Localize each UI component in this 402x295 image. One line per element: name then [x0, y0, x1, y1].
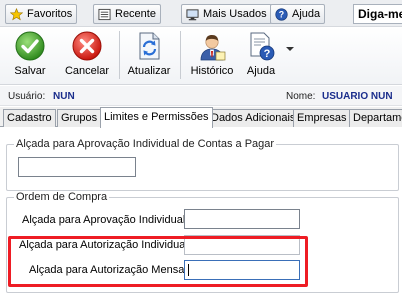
toolbar-separator [180, 31, 181, 79]
tab-empresas[interactable]: Empresas [293, 109, 351, 127]
cancel-label: Cancelar [64, 65, 110, 77]
accounts-payable-approval-field[interactable] [18, 157, 136, 177]
purchase-order-title: Ordem de Compra [14, 191, 110, 203]
help-icon: ? [275, 7, 288, 21]
user-value: NUN [53, 91, 75, 102]
refresh-label: Atualizar [127, 65, 171, 77]
save-label: Salvar [14, 65, 46, 77]
help-label: Ajuda [246, 65, 276, 77]
tab-strip: Cadastro Grupos Limites e Permissões Dad… [0, 107, 402, 128]
recent-list-icon [98, 8, 111, 20]
checkmark-icon [15, 31, 45, 61]
help-quick-button[interactable]: ? Ajuda [270, 4, 326, 24]
history-label: Histórico [190, 65, 234, 77]
name-value: USUARIO NUN [322, 91, 393, 102]
favorites-label: Favoritos [27, 8, 73, 20]
most-used-button[interactable]: Mais Usados [181, 4, 272, 24]
tab-cadastro[interactable]: Cadastro [3, 109, 56, 127]
user-info-bar: Usuário: NUN Nome: USUARIO NUN [0, 86, 402, 106]
search-text: Diga-me [358, 7, 402, 21]
tab-limites-permissoes[interactable]: Limites e Permissões [100, 107, 213, 128]
history-button[interactable]: Histórico [189, 29, 235, 81]
close-icon [72, 31, 102, 61]
quick-access-bar: Favoritos Recente Mais Usados ? Ajuda Di… [0, 0, 402, 27]
highlight-box [8, 236, 308, 287]
refresh-document-icon [139, 32, 160, 60]
tab-departamento[interactable]: Departame [349, 109, 402, 127]
name-label: Nome: [286, 91, 316, 102]
accounts-payable-approval-group: Alçada para Aprovação Individual de Cont… [6, 138, 399, 191]
tab-grupos[interactable]: Grupos [57, 109, 102, 127]
search-box[interactable]: Diga-me [353, 4, 402, 24]
help-dropdown-arrow-icon[interactable] [286, 47, 294, 51]
recent-label: Recente [115, 8, 156, 20]
cancel-button[interactable]: Cancelar [64, 29, 110, 81]
svg-text:?: ? [264, 48, 271, 60]
monitor-icon [186, 8, 199, 20]
tab-dados-adicionais[interactable]: Dados Adicionais [207, 109, 300, 127]
recent-button[interactable]: Recente [93, 4, 161, 24]
refresh-button[interactable]: Atualizar [127, 29, 171, 81]
toolbar-separator [119, 31, 120, 79]
star-icon [10, 7, 23, 20]
help-quick-label: Ajuda [292, 8, 321, 20]
user-history-icon [200, 35, 226, 61]
favorites-button[interactable]: Favoritos [5, 4, 78, 24]
save-button[interactable]: Salvar [12, 29, 48, 81]
user-label: Usuário: [8, 91, 46, 102]
svg-text:?: ? [279, 9, 284, 19]
toolbar: Salvar Cancelar Atualizar Histórico ? Aj… [0, 27, 402, 85]
individual-approval-field[interactable] [184, 209, 300, 229]
accounts-payable-approval-title: Alçada para Aprovação Individual de Cont… [14, 138, 277, 150]
individual-approval-label: Alçada para Aprovação Individual: [22, 214, 189, 226]
help-document-icon: ? [250, 32, 275, 61]
help-button[interactable]: ? Ajuda [243, 29, 279, 81]
most-used-label: Mais Usados [203, 8, 267, 20]
